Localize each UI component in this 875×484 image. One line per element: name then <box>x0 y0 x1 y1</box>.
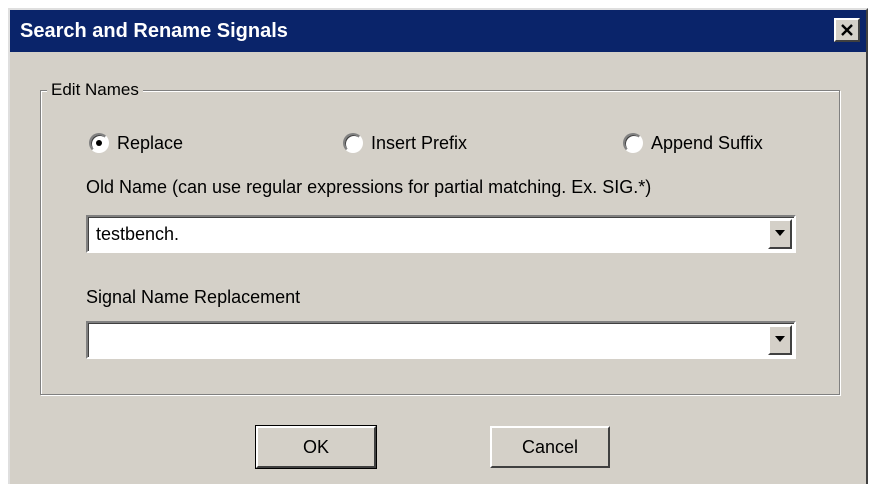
radio-button[interactable] <box>89 133 109 153</box>
replacement-dropdown-button[interactable] <box>768 325 792 355</box>
radio-label: Append Suffix <box>651 133 763 153</box>
replacement-combobox[interactable] <box>86 321 796 359</box>
radio-button[interactable] <box>343 133 363 153</box>
ok-button[interactable]: OK <box>255 425 377 469</box>
old-name-value[interactable]: testbench. <box>96 217 179 251</box>
radio-button[interactable] <box>623 133 643 153</box>
old-name-label: Old Name (can use regular expressions fo… <box>86 177 652 197</box>
cancel-button[interactable]: Cancel <box>490 426 610 468</box>
dialog-window: Search and Rename Signals Edit Names Rep… <box>8 8 868 484</box>
title-bar: Search and Rename Signals <box>10 10 866 52</box>
old-name-combobox[interactable]: testbench. <box>86 215 796 253</box>
radio-label: Replace <box>117 133 184 153</box>
close-button[interactable] <box>834 18 860 42</box>
chevron-down-icon <box>775 336 785 342</box>
group-legend: Edit Names <box>47 80 143 100</box>
radio-label: Insert Prefix <box>371 133 468 153</box>
window-title: Search and Rename Signals <box>20 20 288 42</box>
replacement-label: Signal Name Replacement <box>86 287 301 307</box>
radio-selected-dot <box>96 140 102 146</box>
edit-names-group: Edit Names Replace Insert Prefix Append … <box>40 80 840 395</box>
old-name-dropdown-button[interactable] <box>768 219 792 249</box>
close-icon <box>841 24 853 36</box>
chevron-down-icon <box>775 230 785 236</box>
